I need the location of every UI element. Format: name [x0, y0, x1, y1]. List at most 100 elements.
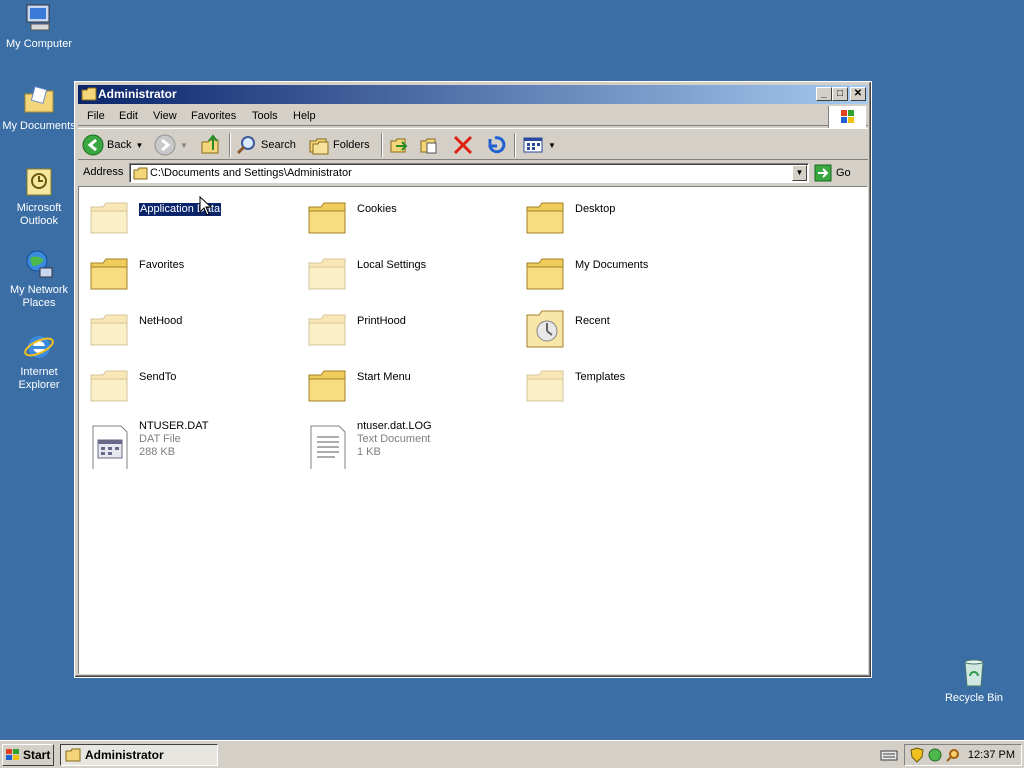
- start-button[interactable]: Start: [2, 744, 54, 766]
- menu-file[interactable]: File: [87, 110, 105, 122]
- item-type: DAT File: [139, 433, 181, 445]
- views-button[interactable]: ▼: [522, 133, 556, 157]
- clock: 12:37 PM: [967, 749, 1015, 761]
- move-to-button[interactable]: [388, 133, 410, 157]
- desktop-icon-my-computer[interactable]: My Computer: [0, 2, 78, 51]
- folder-icon: [308, 258, 346, 290]
- taskbar-button-administrator[interactable]: Administrator: [60, 744, 218, 766]
- explorer-window: Administrator _ □ ✕ File Edit View Favor…: [74, 81, 872, 678]
- file-ntuser-dat-log[interactable]: ntuser.dat.LOG Text Document 1 KB: [303, 419, 518, 469]
- menu-favorites[interactable]: Favorites: [191, 110, 236, 122]
- magnifier-icon[interactable]: [945, 747, 961, 763]
- windows-logo-icon: [828, 106, 866, 128]
- folder-icon: [308, 370, 346, 402]
- chevron-down-icon[interactable]: ▼: [135, 141, 143, 150]
- forward-arrow-icon: [154, 134, 176, 156]
- folders-icon: [309, 138, 329, 155]
- title-bar[interactable]: Administrator _ □ ✕: [78, 85, 868, 104]
- address-input[interactable]: C:\Documents and Settings\Administrator …: [129, 163, 809, 183]
- desktop-icon-label: My Documents: [2, 120, 76, 132]
- undo-button[interactable]: [484, 133, 506, 157]
- back-label: Back: [107, 139, 132, 151]
- chevron-down-icon[interactable]: ▼: [180, 141, 188, 150]
- item-label: SendTo: [139, 371, 177, 383]
- folder-application-data[interactable]: Application Data: [85, 195, 300, 241]
- desktop-icon-my-documents[interactable]: My Documents: [0, 84, 78, 133]
- desktop-icon-label: My Computer: [5, 38, 73, 50]
- folder-icon: [90, 314, 128, 346]
- item-label: Start Menu: [357, 371, 411, 383]
- maximize-button[interactable]: □: [832, 87, 848, 101]
- file-ntuser-dat[interactable]: NTUSER.DAT DAT File 288 KB: [85, 419, 300, 469]
- toolbar: Back ▼ ▼ Search Folders ▼: [78, 128, 868, 160]
- delete-button[interactable]: [452, 133, 474, 157]
- desktop-icon-outlook[interactable]: Microsoft Outlook: [0, 166, 78, 228]
- outlook-icon: [26, 168, 52, 196]
- up-folder-button[interactable]: [200, 133, 222, 157]
- dat-file-icon: [92, 425, 128, 469]
- go-label: Go: [836, 167, 851, 179]
- search-icon: [236, 136, 255, 155]
- close-button[interactable]: ✕: [850, 87, 866, 101]
- folder-templates[interactable]: Templates: [521, 363, 736, 409]
- minimize-button[interactable]: _: [816, 87, 832, 101]
- copy-to-button[interactable]: [418, 133, 440, 157]
- desktop-icon-label: My Network Places: [9, 284, 69, 309]
- chevron-down-icon[interactable]: ▼: [548, 141, 556, 150]
- go-button[interactable]: Go: [814, 163, 851, 183]
- search-button[interactable]: Search: [236, 133, 296, 157]
- forward-button[interactable]: ▼: [154, 133, 188, 157]
- go-arrow-icon: [814, 164, 832, 182]
- copy-to-icon: [420, 138, 437, 154]
- item-label: My Documents: [575, 259, 649, 271]
- item-size: 288 KB: [139, 446, 176, 458]
- item-type: Text Document: [357, 433, 431, 445]
- window-title: Administrator: [98, 87, 177, 101]
- folder-favorites[interactable]: Favorites: [85, 251, 300, 297]
- chevron-down-icon[interactable]: ▼: [792, 165, 807, 181]
- folder-icon: [526, 202, 564, 234]
- recent-folder-icon: [526, 310, 564, 348]
- folder-icon: [526, 370, 564, 402]
- my-computer-icon: [26, 4, 50, 31]
- search-label: Search: [261, 139, 296, 151]
- network-places-icon: [26, 250, 53, 278]
- start-label: Start: [23, 748, 51, 762]
- delete-x-icon: [453, 135, 473, 155]
- back-arrow-icon: [82, 134, 104, 156]
- back-button[interactable]: Back ▼: [82, 133, 143, 157]
- folder-cookies[interactable]: Cookies: [303, 195, 518, 241]
- item-label: Local Settings: [357, 259, 427, 271]
- folder-printhood[interactable]: PrintHood: [303, 307, 518, 353]
- item-label: PrintHood: [357, 315, 406, 327]
- folder-icon: [81, 87, 97, 101]
- taskbar-button-label: Administrator: [85, 748, 164, 762]
- folder-sendto[interactable]: SendTo: [85, 363, 300, 409]
- menu-edit[interactable]: Edit: [119, 110, 138, 122]
- menu-tools[interactable]: Tools: [252, 110, 278, 122]
- folder-my-documents[interactable]: My Documents: [521, 251, 736, 297]
- shield-icon[interactable]: [909, 747, 925, 763]
- folder-nethood[interactable]: NetHood: [85, 307, 300, 353]
- folder-local-settings[interactable]: Local Settings: [303, 251, 518, 297]
- folder-icon: [90, 202, 128, 234]
- desktop-icon-label: Internet Explorer: [18, 366, 60, 391]
- network-icon[interactable]: [927, 747, 943, 763]
- menu-help[interactable]: Help: [293, 110, 316, 122]
- folder-start-menu[interactable]: Start Menu: [303, 363, 518, 409]
- desktop-icon-label: Microsoft Outlook: [16, 202, 62, 227]
- folders-button[interactable]: Folders: [308, 133, 370, 157]
- text-file-icon: [310, 425, 346, 469]
- menu-view[interactable]: View: [153, 110, 177, 122]
- desktop-icon-network-places[interactable]: My Network Places: [0, 248, 78, 310]
- folder-icon: [133, 167, 148, 180]
- move-to-icon: [390, 138, 408, 153]
- desktop-icon-internet-explorer[interactable]: Internet Explorer: [0, 330, 78, 392]
- address-value: C:\Documents and Settings\Administrator: [150, 167, 352, 179]
- folder-desktop[interactable]: Desktop: [521, 195, 736, 241]
- folder-icon: [65, 748, 81, 762]
- item-label: Recent: [575, 315, 610, 327]
- desktop-icon-recycle-bin[interactable]: Recycle Bin: [935, 656, 1013, 705]
- folder-recent[interactable]: Recent: [521, 307, 736, 353]
- keyboard-icon[interactable]: [880, 748, 898, 762]
